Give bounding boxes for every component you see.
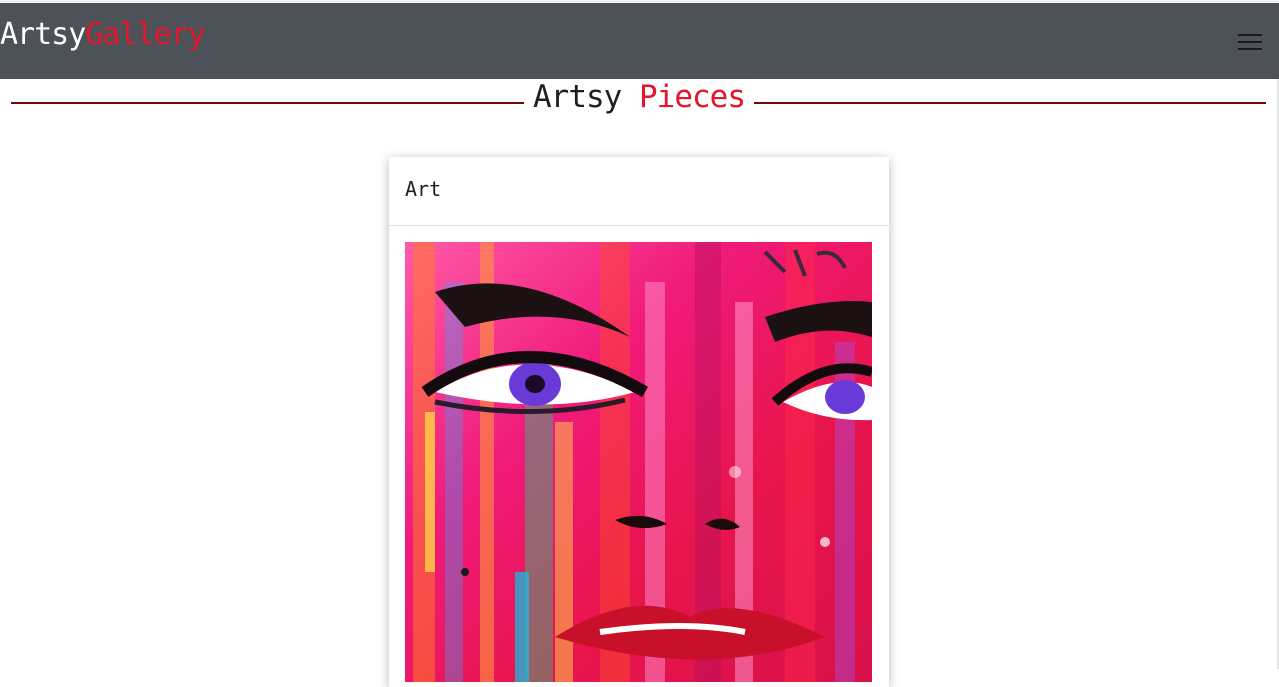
hamburger-bar	[1238, 34, 1262, 36]
artwork-painting	[405, 242, 872, 682]
artwork-image[interactable]	[405, 242, 872, 682]
card-header: Art	[389, 157, 889, 226]
card-title: Art	[405, 177, 442, 201]
art-card: Art	[389, 157, 889, 687]
brand-logo-link[interactable]: ArtsyGallery	[0, 15, 206, 55]
hamburger-bar	[1238, 41, 1262, 43]
brand-text-gallery: Gallery	[85, 17, 205, 52]
section-title: Artsy Pieces	[524, 76, 754, 118]
section-title-artsy: Artsy	[533, 79, 622, 115]
section-divider-left	[11, 102, 524, 104]
section-divider-right	[754, 102, 1266, 104]
hamburger-bar	[1238, 48, 1262, 50]
brand-text-artsy: Artsy	[0, 17, 86, 52]
section-title-pieces: Pieces	[639, 79, 746, 115]
navbar: ArtsyGallery	[0, 3, 1279, 79]
hamburger-menu-icon[interactable]	[1236, 31, 1264, 53]
